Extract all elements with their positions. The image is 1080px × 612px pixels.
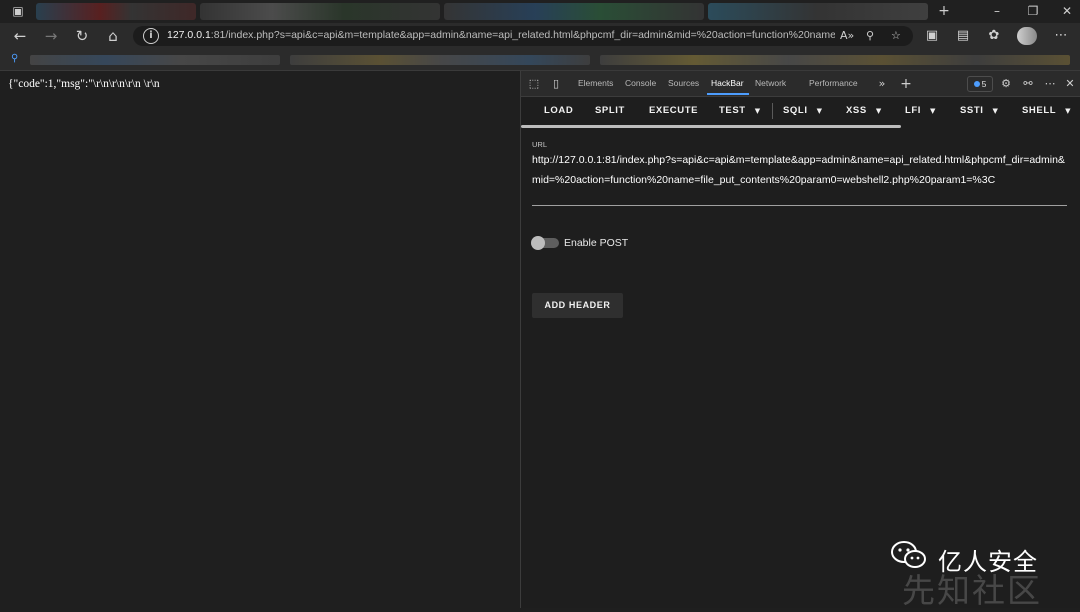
url-textarea[interactable]: http://127.0.0.1:81/index.php?s=api&c=ap… <box>532 150 1066 190</box>
browser-tab-strip: ▣ + – ❐ ✕ <box>0 0 1080 23</box>
devtools-tab-network[interactable]: Network <box>755 78 786 88</box>
devtools-tab-bar: ⬚ ▯ Elements Console Sources HackBar Net… <box>521 71 1080 97</box>
hackbar-xss-label: XSS <box>846 105 867 116</box>
response-body: {"code":1,"msg":"\r\n\r\n\r\n \r\n <box>8 78 160 90</box>
devtools-tab-performance[interactable]: Performance <box>809 78 858 88</box>
favorite-star-icon[interactable]: ☆ <box>891 29 901 42</box>
caret-down-icon: ▼ <box>930 107 937 115</box>
extension-icon[interactable]: ▣ <box>924 28 940 44</box>
horizontal-scrollbar[interactable] <box>521 125 901 128</box>
hackbar-split-button[interactable]: SPLIT <box>595 105 625 116</box>
search-icon[interactable]: ⚲ <box>11 53 18 64</box>
close-window-icon[interactable]: ✕ <box>1060 4 1074 18</box>
hackbar-execute-label: EXECUTE <box>649 105 699 116</box>
caret-down-icon: ▼ <box>816 107 823 115</box>
hackbar-sqli-label: SQLI <box>783 105 808 116</box>
devtools-tab-console[interactable]: Console <box>625 78 656 88</box>
hackbar-test-label: TEST <box>719 105 746 116</box>
read-aloud-icon[interactable]: A» <box>840 29 854 42</box>
hackbar-execute-button[interactable]: EXECUTE <box>649 105 698 116</box>
issues-count: 5 <box>981 79 987 89</box>
hackbar-menu: LOAD SPLIT EXECUTE TEST ▼ SQLI ▼ XSS ▼ LFI ▼… <box>521 97 1080 125</box>
tab-actions-icon[interactable]: ▣ <box>11 4 25 18</box>
caret-down-icon: ▼ <box>1065 107 1072 115</box>
hackbar-shell-dropdown[interactable]: SHELL ▼ <box>1022 105 1071 116</box>
device-emulation-icon[interactable]: ▯ <box>549 77 563 91</box>
add-header-button[interactable]: ADD HEADER <box>532 293 623 318</box>
site-info-icon[interactable]: i <box>143 28 159 44</box>
home-icon[interactable]: ⌂ <box>104 27 122 45</box>
hackbar-ssti-label: SSTI <box>960 105 984 116</box>
favorites-blurred[interactable] <box>290 55 590 65</box>
close-devtools-icon[interactable]: ✕ <box>1063 77 1077 91</box>
devtools-tab-elements[interactable]: Elements <box>578 78 613 88</box>
hackbar-lfi-dropdown[interactable]: LFI ▼ <box>905 105 936 116</box>
watermark: 亿人安全 先知社区 <box>846 536 1076 610</box>
page-viewport: {"code":1,"msg":"\r\n\r\n\r\n \r\n <box>0 71 520 608</box>
settings-gear-icon[interactable]: ⚙ <box>999 77 1013 91</box>
issues-badge[interactable]: 5 <box>967 76 993 92</box>
hackbar-shell-label: SHELL <box>1022 105 1057 116</box>
hackbar-lfi-label: LFI <box>905 105 922 116</box>
active-tab-indicator <box>707 93 749 95</box>
favorites-blurred[interactable] <box>600 55 1070 65</box>
menu-divider <box>772 103 773 119</box>
more-tabs-chevron-icon[interactable]: » <box>875 77 889 91</box>
tab-blurred[interactable] <box>708 3 928 20</box>
issue-dot-icon <box>973 81 980 87</box>
new-tab-icon[interactable]: + <box>937 4 951 18</box>
address-host: 127.0.0.1 <box>167 29 211 41</box>
minimize-icon[interactable]: – <box>990 4 1004 18</box>
devtools-tab-hackbar[interactable]: HackBar <box>711 78 744 88</box>
caret-down-icon: ▼ <box>875 107 882 115</box>
inspect-element-icon[interactable]: ⬚ <box>527 77 541 91</box>
hackbar-ssti-dropdown[interactable]: SSTI ▼ <box>960 105 999 116</box>
clipboard-icon[interactable]: ▤ <box>955 28 971 44</box>
forward-icon[interactable]: → <box>42 27 60 45</box>
url-field-underline <box>532 205 1067 206</box>
tab-blurred[interactable] <box>444 3 704 20</box>
profile-avatar[interactable] <box>1017 27 1037 45</box>
address-url[interactable]: 127.0.0.1:81/index.php?s=api&c=api&m=tem… <box>167 29 835 41</box>
enable-post-toggle[interactable] <box>531 236 559 250</box>
caret-down-icon: ▼ <box>754 107 761 115</box>
maximize-icon[interactable]: ❐ <box>1026 4 1040 18</box>
tab-blurred[interactable] <box>200 3 440 20</box>
devtools-tab-sources[interactable]: Sources <box>668 78 699 88</box>
extensions-puzzle-icon[interactable]: ✿ <box>986 28 1002 44</box>
toggle-knob <box>531 236 545 250</box>
address-bar[interactable]: i 127.0.0.1:81/index.php?s=api&c=api&m=t… <box>133 26 913 46</box>
app-available-icon[interactable]: ⚲ <box>866 29 874 42</box>
add-tool-icon[interactable]: + <box>899 77 913 91</box>
caret-down-icon: ▼ <box>992 107 999 115</box>
hackbar-load-button[interactable]: LOAD <box>544 105 573 116</box>
address-path: :81/index.php?s=api&c=api&m=template&app… <box>210 29 835 41</box>
enable-post-label: Enable POST <box>564 237 629 249</box>
url-label: URL <box>532 140 548 149</box>
hackbar-xss-dropdown[interactable]: XSS ▼ <box>846 105 882 116</box>
browser-toolbar: ← → ↻ ⌂ i 127.0.0.1:81/index.php?s=api&c… <box>0 23 1080 50</box>
favorites-blurred[interactable] <box>30 55 280 65</box>
hackbar-test-dropdown[interactable]: TEST ▼ <box>719 105 761 116</box>
favorites-bar: ⚲ <box>0 50 1080 71</box>
hackbar-sqli-dropdown[interactable]: SQLI ▼ <box>783 105 823 116</box>
hackbar-split-label: SPLIT <box>595 105 625 116</box>
back-icon[interactable]: ← <box>11 27 29 45</box>
watermark-site: 先知社区 <box>902 571 1042 610</box>
connect-device-icon[interactable]: ⚯ <box>1021 77 1035 91</box>
tab-blurred[interactable] <box>36 3 196 20</box>
hackbar-load-label: LOAD <box>544 105 574 116</box>
reload-icon[interactable]: ↻ <box>73 27 91 45</box>
devtools-more-icon[interactable]: ⋯ <box>1043 77 1057 91</box>
devtools-panel: ⬚ ▯ Elements Console Sources HackBar Net… <box>520 71 1080 608</box>
more-menu-icon[interactable]: ⋯ <box>1053 28 1069 44</box>
